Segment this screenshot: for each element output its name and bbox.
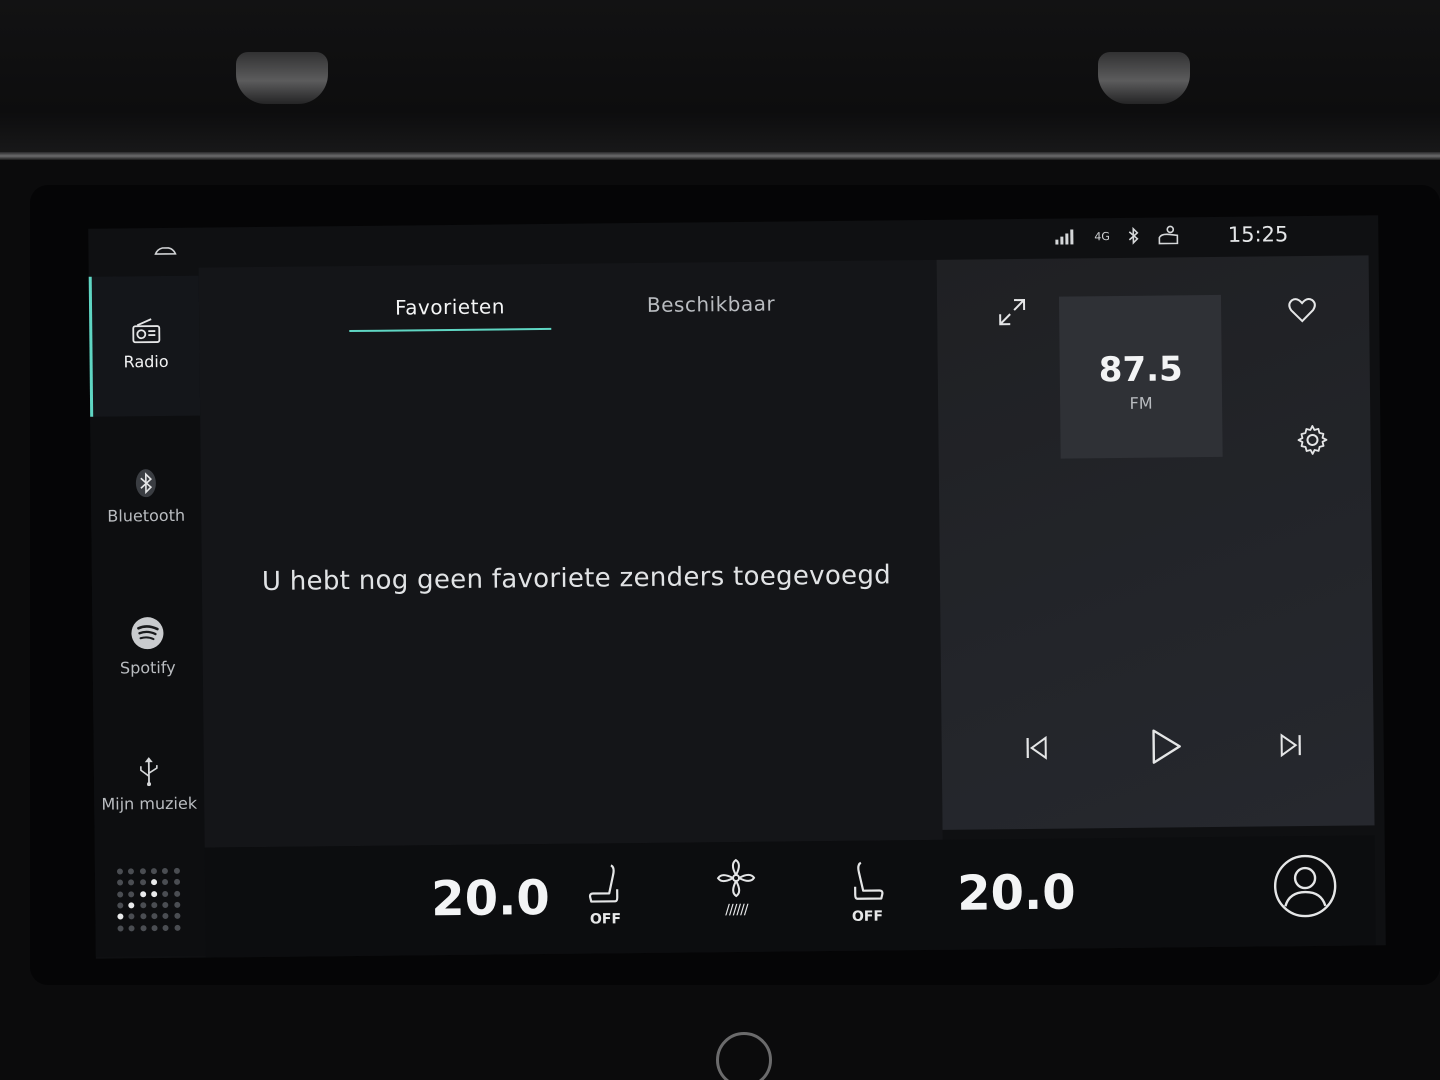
sidebar-label-bluetooth: Bluetooth bbox=[107, 505, 186, 526]
sidebar-label-mijn-muziek: Mijn muziek bbox=[101, 793, 198, 814]
previous-icon[interactable] bbox=[1024, 735, 1050, 761]
signal-bars-icon bbox=[1055, 229, 1074, 245]
station-tile[interactable]: 87.5 FM bbox=[1058, 294, 1223, 459]
sidebar-item-bluetooth[interactable]: Bluetooth bbox=[91, 468, 202, 526]
seat-right-label: OFF bbox=[851, 908, 884, 925]
now-playing-panel: 87.5 FM bbox=[936, 255, 1375, 830]
gear-icon[interactable] bbox=[1296, 424, 1328, 456]
infotainment-screen: 4G 15:25 Radio Bluetooth Spotify Mijn mu… bbox=[88, 215, 1386, 959]
sidebar-label-radio: Radio bbox=[123, 351, 169, 372]
user-profile-icon[interactable] bbox=[1273, 854, 1338, 919]
network-label: 4G bbox=[1094, 229, 1110, 243]
temperature-right[interactable]: 20.0 bbox=[957, 864, 1076, 921]
station-frequency: 87.5 bbox=[1098, 349, 1183, 391]
sidebar-item-radio[interactable]: Radio bbox=[88, 275, 201, 417]
spotify-icon bbox=[131, 617, 164, 650]
seat-icon bbox=[854, 861, 884, 900]
tab-bar: Favorieten Beschikbaar bbox=[348, 292, 776, 333]
clock: 15:25 bbox=[1227, 222, 1289, 247]
seat-heating-left-button[interactable]: OFF bbox=[575, 863, 636, 928]
app-grid-icon[interactable] bbox=[116, 867, 182, 933]
seat-icon bbox=[588, 864, 619, 903]
climate-bar: 20.0 OFF ////// OFF 20.0 bbox=[204, 835, 1376, 958]
sidebar-item-spotify[interactable]: Spotify bbox=[92, 616, 203, 678]
fan-speed-button[interactable]: ////// bbox=[701, 858, 772, 919]
air-vent-left bbox=[236, 52, 328, 104]
sidebar-item-mijn-muziek[interactable]: Mijn muziek bbox=[94, 756, 205, 814]
expand-icon[interactable] bbox=[997, 297, 1027, 327]
play-icon[interactable] bbox=[1149, 727, 1183, 765]
favorites-panel: Favorieten Beschikbaar U hebt nog geen f… bbox=[198, 259, 943, 848]
sidebar-label-spotify: Spotify bbox=[119, 657, 176, 678]
station-band: FM bbox=[1129, 393, 1153, 413]
fan-icon bbox=[716, 858, 756, 898]
air-vent-right bbox=[1098, 52, 1190, 104]
radio-icon bbox=[131, 318, 160, 344]
tab-beschikbaar[interactable]: Beschikbaar bbox=[647, 292, 776, 329]
heart-icon[interactable] bbox=[1287, 296, 1317, 324]
seat-left-label: OFF bbox=[589, 911, 622, 928]
fan-level-bars: ////// bbox=[725, 901, 748, 919]
bluetooth-status-icon bbox=[1129, 226, 1140, 245]
tab-favorieten[interactable]: Favorieten bbox=[348, 293, 552, 333]
dashboard-top bbox=[0, 0, 1440, 160]
usb-icon bbox=[140, 757, 158, 787]
rotary-knob[interactable] bbox=[716, 1032, 772, 1080]
dashboard-trim bbox=[0, 152, 1440, 160]
source-sidebar: Radio Bluetooth Spotify Mijn muziek bbox=[88, 275, 206, 957]
temperature-left[interactable]: 20.0 bbox=[431, 870, 550, 927]
seat-heating-right-button[interactable]: OFF bbox=[837, 860, 898, 925]
bluetooth-icon bbox=[135, 469, 156, 498]
car-icon bbox=[154, 247, 177, 255]
empty-favorites-message: U hebt nog geen favoriete zenders toegev… bbox=[261, 560, 892, 597]
driver-profile-status-icon bbox=[1159, 225, 1179, 245]
next-icon[interactable] bbox=[1278, 732, 1304, 758]
